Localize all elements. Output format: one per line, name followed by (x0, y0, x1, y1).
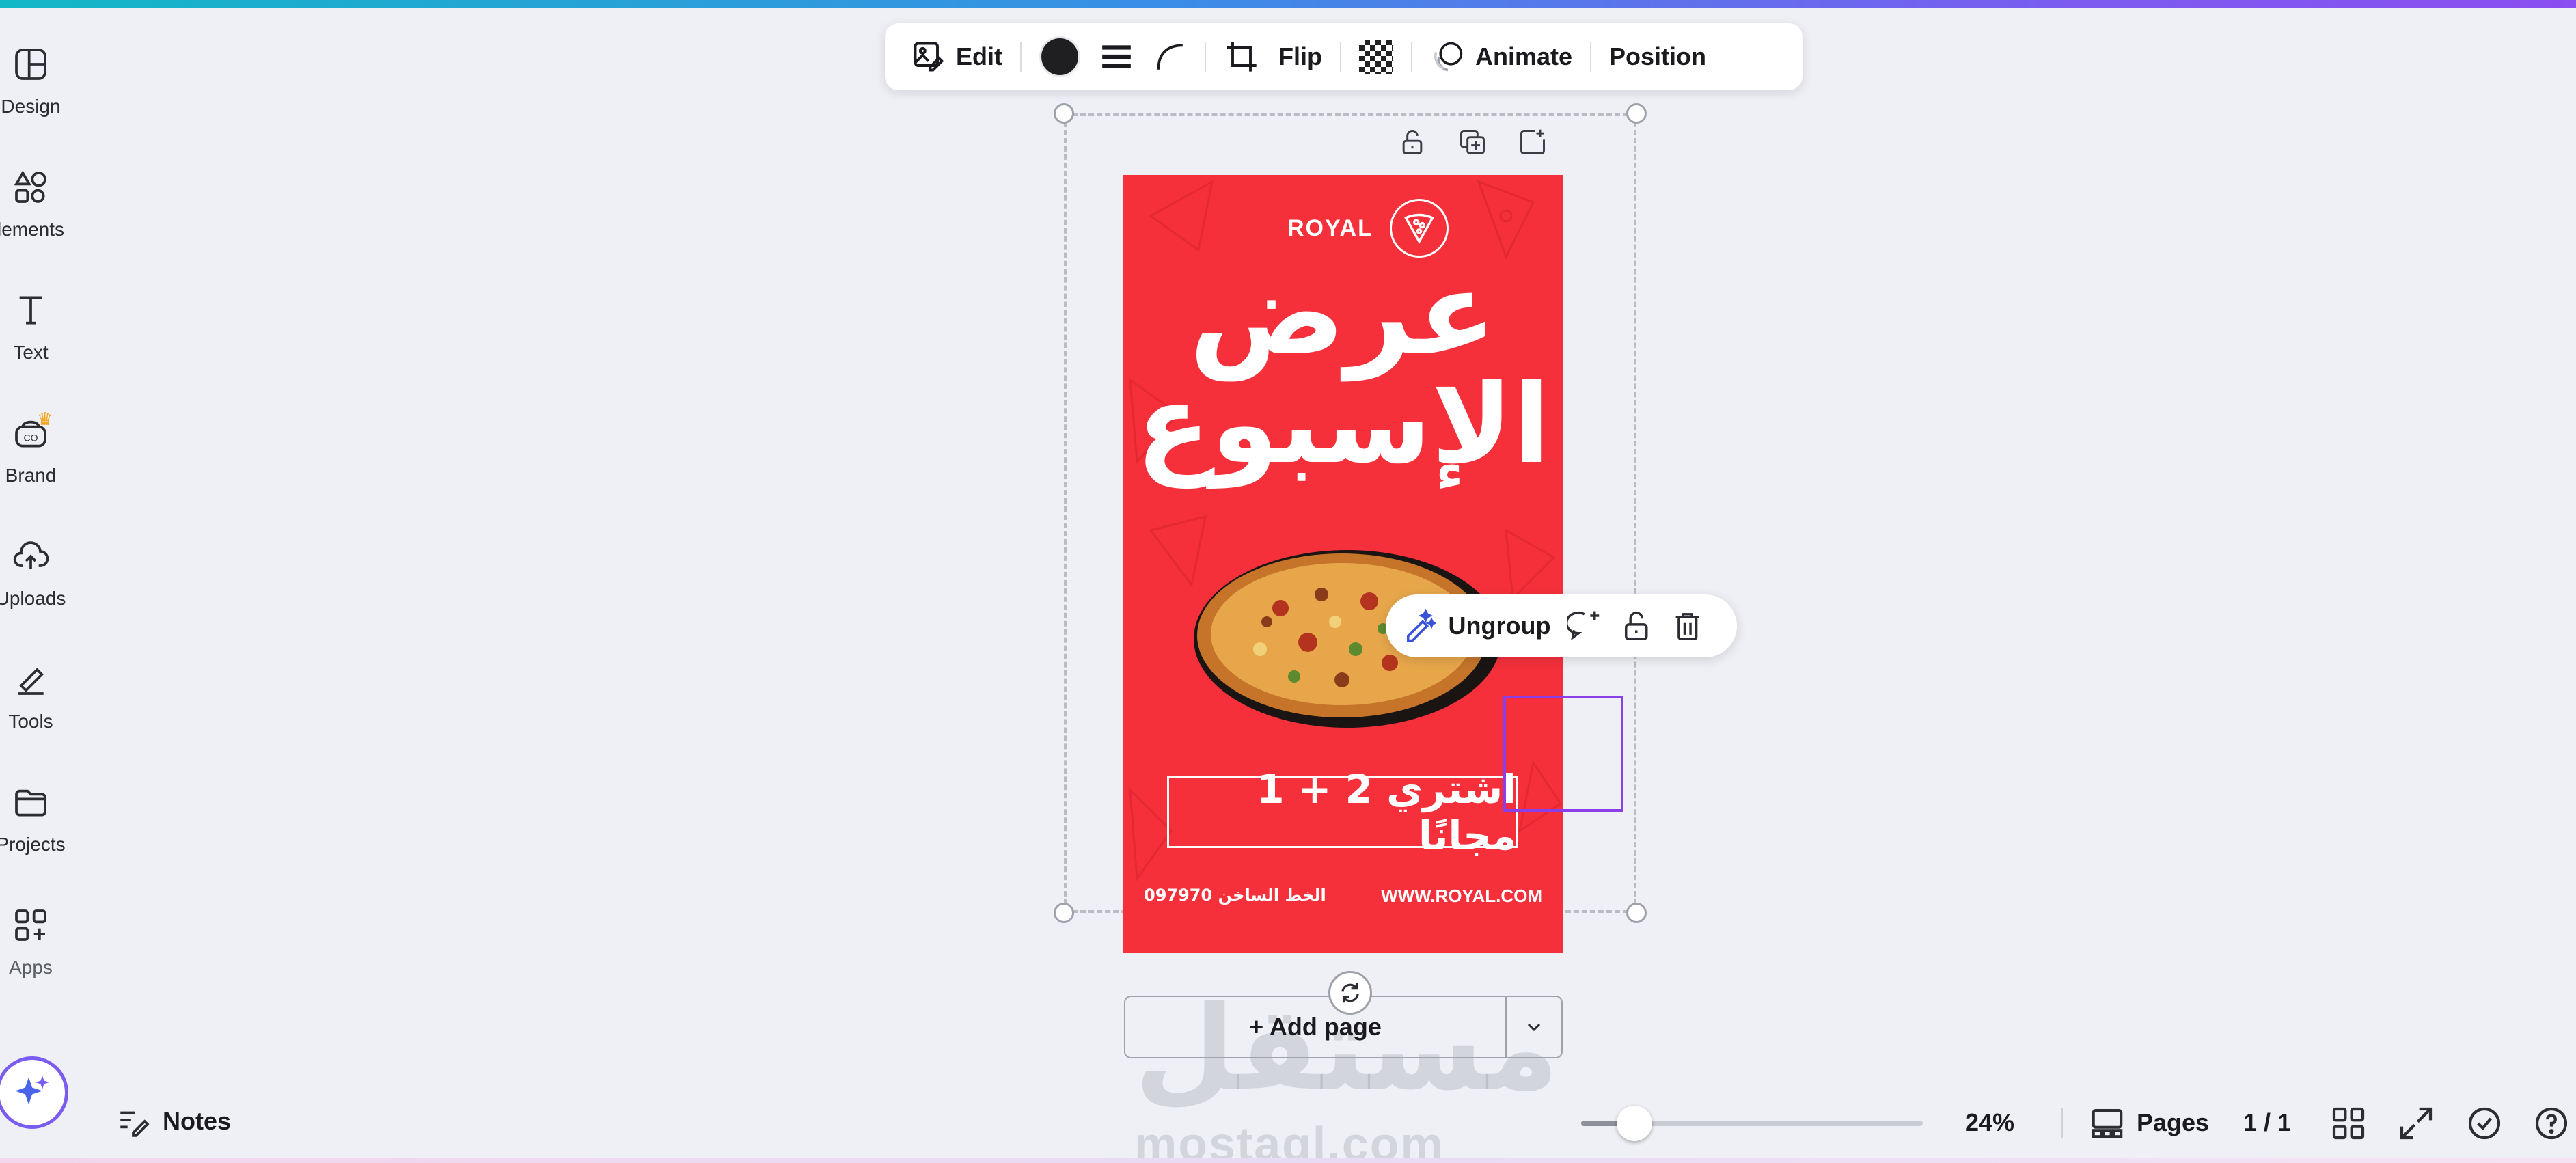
color-picker-button[interactable] (1030, 33, 1090, 81)
brand-name: ROYAL (1287, 215, 1373, 241)
image-edit-icon (914, 42, 944, 72)
poster-canvas[interactable]: ROYAL عرض الإسبوع اشتري 2 + 1 مجانًا 097… (1123, 175, 1563, 953)
magic-edit-icon[interactable] (1401, 607, 1436, 645)
corner-rounding-icon (1157, 44, 1183, 70)
notes-label: Notes (163, 1107, 232, 1135)
context-toolbar: Ungroup (1386, 594, 1737, 657)
resize-handle-top-right[interactable] (1626, 103, 1647, 124)
pages-icon (2092, 1108, 2123, 1138)
fullscreen-icon[interactable] (2397, 1104, 2435, 1143)
separator (1020, 42, 1022, 72)
zoom-slider[interactable] (1581, 1106, 1923, 1141)
pages-label: Pages (2137, 1108, 2210, 1136)
apps-grid-icon (15, 909, 46, 941)
headline-line-1: عرض (1189, 246, 1497, 381)
resize-handle-bottom-right[interactable] (1626, 903, 1647, 923)
chevron-down-icon (1527, 1023, 1541, 1032)
help-icon[interactable] (2532, 1104, 2571, 1143)
top-accent-bar (0, 0, 2576, 8)
animate-label: Animate (1475, 42, 1573, 70)
resize-handle-top-left[interactable] (1054, 103, 1074, 124)
rotate-icon (1341, 983, 1359, 1003)
rail-label: Brand (5, 465, 57, 486)
crown-icon: ♛ (37, 409, 53, 429)
zoom-level[interactable]: 24% (1965, 1108, 2014, 1137)
watermark-latin: mostaql.com (1134, 1117, 1444, 1163)
rail-label: Design (1, 96, 61, 117)
edit-label: Edit (956, 42, 1002, 70)
text-icon (19, 296, 42, 325)
duplicate-icon[interactable] (1457, 127, 1488, 157)
animate-icon (1434, 42, 1463, 72)
page-actions (1397, 127, 1548, 157)
grid-view-icon[interactable] (2329, 1104, 2368, 1143)
upload-cloud-icon (13, 541, 49, 569)
magic-assistant-button[interactable] (0, 1056, 68, 1129)
website-text: WWW.ROYAL.COM (1381, 886, 1542, 906)
elements-icon (14, 170, 46, 203)
poster-footer: 097970 الخط الساخن WWW.ROYAL.COM (1144, 886, 1542, 907)
transparency-icon (1358, 40, 1393, 74)
rail-item-elements[interactable]: lements (0, 150, 68, 253)
trash-icon[interactable] (1670, 607, 1705, 645)
resize-handle-bottom-left[interactable] (1054, 903, 1074, 923)
rail-label: Uploads (0, 588, 66, 609)
rail-item-design[interactable]: Design (0, 27, 68, 130)
separator (1339, 42, 1341, 72)
rail-item-projects[interactable]: Projects (0, 765, 68, 868)
lock-icon[interactable] (1619, 607, 1654, 645)
add-page-button[interactable]: + Add page (1125, 997, 1507, 1057)
add-page-icon[interactable] (1518, 127, 1548, 157)
rail-item-tools[interactable]: Tools (0, 642, 68, 745)
color-swatch (1039, 36, 1080, 77)
sparkle-icon (15, 1076, 49, 1105)
notes-icon (120, 1111, 150, 1137)
rotate-button[interactable] (1328, 971, 1372, 1015)
hover-highlight-box (1503, 696, 1623, 812)
hotline-text: 097970 الخط الساخن (1144, 886, 1326, 905)
separator (1410, 42, 1412, 72)
ungroup-button[interactable]: Ungroup (1449, 612, 1551, 640)
animate-button[interactable]: Animate (1421, 33, 1582, 81)
comment-add-icon[interactable] (1567, 607, 1602, 645)
rail-item-text[interactable]: Text (0, 273, 68, 376)
border-style-button[interactable] (1090, 33, 1143, 81)
offer-text: اشتري 2 + 1 مجانًا (1167, 766, 1518, 859)
rail-label: lements (0, 219, 65, 240)
crop-button[interactable] (1214, 33, 1269, 81)
rail-label: Text (13, 342, 49, 363)
add-page-options-button[interactable] (1507, 997, 1561, 1057)
flip-label: Flip (1278, 42, 1322, 70)
notes-button[interactable]: Notes (116, 1104, 231, 1138)
position-label: Position (1609, 42, 1707, 70)
rail-label: Tools (8, 711, 53, 732)
position-button[interactable]: Position (1600, 33, 1716, 81)
bottom-accent-bar (0, 1158, 2576, 1163)
folder-icon (15, 789, 46, 817)
edit-image-button[interactable]: Edit (901, 33, 1012, 81)
rail-item-apps[interactable]: Apps (0, 888, 68, 991)
zoom-slider-thumb[interactable] (1616, 1106, 1652, 1141)
element-toolbar: Edit Flip Animate Position (885, 23, 1803, 90)
separator (1205, 42, 1206, 72)
rail-label: Apps (9, 957, 53, 978)
flip-button[interactable]: Flip (1269, 33, 1332, 81)
separator (2061, 1108, 2063, 1138)
rail-item-brand[interactable]: ♛ CO Brand (0, 396, 68, 499)
unlock-icon[interactable] (1397, 127, 1427, 157)
check-circle-icon[interactable] (2465, 1104, 2504, 1143)
svg-text:CO: CO (24, 433, 38, 443)
corner-rounding-button[interactable] (1143, 33, 1196, 81)
border-style-icon (1102, 45, 1131, 68)
crop-icon (1227, 42, 1257, 72)
rail-item-uploads[interactable]: Uploads (0, 519, 68, 622)
tools-pen-icon (18, 668, 44, 695)
transparency-button[interactable] (1349, 33, 1403, 81)
page-count: 1 / 1 (2243, 1108, 2292, 1136)
design-icon (15, 49, 46, 80)
pages-button[interactable]: Pages (2089, 1104, 2209, 1141)
separator (1590, 42, 1592, 72)
rail-label: Projects (0, 834, 66, 855)
headline-line-2: الإسبوع (1136, 360, 1550, 488)
